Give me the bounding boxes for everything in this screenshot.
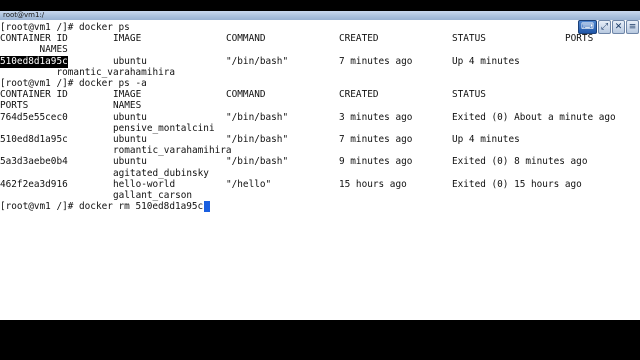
terminal-text: PORTS: [565, 33, 594, 45]
terminal-text: [root@vm1 /]# docker ps: [0, 22, 130, 33]
terminal-text: "/bin/bash": [226, 134, 289, 145]
terminal-text: NAMES: [39, 44, 68, 56]
terminal-text: ubuntu: [113, 111, 147, 123]
terminal-text: 510ed8d1a95c: [0, 134, 68, 145]
terminal-text: pensive_montalcini: [113, 122, 215, 134]
keyboard-icon[interactable]: ⌨: [578, 20, 597, 34]
terminal-text: 5a3d3aebe0b4: [0, 156, 68, 168]
terminal-text: ubuntu: [113, 156, 147, 168]
terminal-text: [root@vm1 /]# docker ps -a: [0, 78, 147, 89]
terminal-line: 462f2ea3d916 hello-world "/hello" 15 hours …: [0, 179, 640, 191]
terminal-line: pensive_montalcini: [0, 123, 640, 135]
terminal-text: "/bin/bash": [226, 111, 289, 123]
terminal-text: CREATED: [339, 33, 379, 45]
close-icon[interactable]: ✕: [612, 20, 625, 34]
terminal-line: CONTAINER ID IMAGE COMMAND CREATED STATUS: [0, 89, 640, 101]
terminal-text: "/bin/bash": [226, 156, 289, 168]
terminal-line: [root@vm1 /]# docker rm 510ed8d1a95c: [0, 201, 640, 213]
terminal-text: Up 4 minutes: [452, 134, 520, 145]
terminal-line: romantic_varahamihira: [0, 67, 640, 79]
terminal-line: 510ed8d1a95c ubuntu "/bin/bash" 7 minutes a…: [0, 55, 640, 68]
terminal-text: CONTAINER ID: [0, 33, 68, 45]
terminal-text: romantic_varahamihira: [113, 145, 232, 157]
terminal-line: [root@vm1 /]# docker ps -a: [0, 78, 640, 90]
terminal-text: IMAGE: [113, 33, 142, 45]
terminal-text: STATUS: [452, 89, 486, 101]
terminal-text: 7 minutes ago: [339, 55, 413, 67]
terminal-line: 764d5e55cec0 ubuntu "/bin/bash" 3 minutes a…: [0, 112, 640, 124]
terminal-text: Exited (0) About a minute ago: [452, 111, 616, 123]
terminal-text: 764d5e55cec0: [0, 111, 68, 123]
terminal-text: CONTAINER ID: [0, 89, 68, 101]
terminal-text: ubuntu: [113, 134, 147, 145]
terminal-text: hello-world: [113, 178, 176, 190]
terminal-text: COMMAND: [226, 33, 266, 45]
window-title: root@vm1:/: [3, 11, 45, 19]
terminal-line: PORTS NAMES: [0, 100, 640, 112]
terminal-screen[interactable]: [root@vm1 /]# docker ps CONTAINER ID IMAGE…: [0, 20, 640, 320]
text-cursor: [204, 201, 211, 213]
terminal-line: [root@vm1 /]# docker ps: [0, 22, 640, 34]
terminal-text: 462f2ea3d916: [0, 178, 68, 190]
terminal-text: STATUS: [452, 33, 486, 45]
terminal-text: agitated_dubinsky: [113, 167, 209, 179]
terminal-text: 9 minutes ago: [339, 156, 413, 168]
terminal-text: ubuntu: [113, 55, 147, 67]
selected-text: 510ed8d1a95c: [0, 55, 68, 68]
terminal-text: COMMAND: [226, 89, 266, 101]
terminal-line: gallant_carson: [0, 190, 640, 202]
window-titlebar[interactable]: root@vm1:/: [0, 11, 640, 20]
fullscreen-icon[interactable]: ⤢: [598, 20, 611, 34]
menu-icon[interactable]: ≡: [626, 20, 639, 34]
terminal-text: 3 minutes ago: [339, 111, 413, 123]
terminal-text: PORTS: [0, 100, 29, 112]
terminal-line: CONTAINER ID IMAGE COMMAND CREATED STATUS POR…: [0, 33, 640, 45]
terminal-text: romantic_varahamihira: [56, 66, 176, 78]
terminal-line: NAMES: [0, 44, 640, 56]
terminal-text: gallant_carson: [113, 190, 193, 201]
terminal-text: CREATED: [339, 89, 379, 101]
terminal-text: NAMES: [113, 100, 142, 112]
terminal-text: IMAGE: [113, 89, 142, 101]
terminal-text: "/bin/bash": [226, 55, 289, 67]
terminal-text: 15 hours ago: [339, 178, 407, 190]
terminal-line: 5a3d3aebe0b4 ubuntu "/bin/bash" 9 minutes a…: [0, 156, 640, 168]
terminal-text: "/hello": [226, 178, 272, 190]
terminal-text: Exited (0) 15 hours ago: [452, 178, 582, 190]
terminal-line: 510ed8d1a95c ubuntu "/bin/bash" 7 minutes a…: [0, 134, 640, 146]
terminal-text: 7 minutes ago: [339, 134, 413, 145]
terminal-text: [root@vm1 /]# docker rm 510ed8d1a95c: [0, 201, 204, 213]
terminal-line: romantic_varahamihira: [0, 145, 640, 157]
terminal-line: agitated_dubinsky: [0, 168, 640, 180]
terminal-text: Exited (0) 8 minutes ago: [452, 156, 588, 168]
terminal-text: Up 4 minutes: [452, 55, 520, 67]
